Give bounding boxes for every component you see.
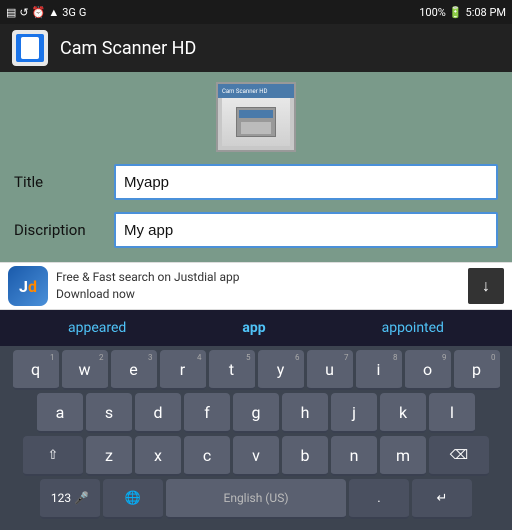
app-icon [12, 30, 48, 66]
suggestion-app[interactable]: app [232, 320, 275, 336]
scanner-icon [21, 37, 39, 59]
title-input[interactable] [114, 164, 498, 200]
suggestion-appointed[interactable]: appointed [372, 320, 454, 336]
key-q[interactable]: q1 [13, 350, 59, 390]
status-bar: ▤ ↺ ⏰ ▲ 3G G 100% 🔋 5:08 PM [0, 0, 512, 24]
key-f[interactable]: f [184, 393, 230, 433]
key-period[interactable]: . [349, 479, 409, 519]
key-i[interactable]: i8 [356, 350, 402, 390]
suggestion-appeared[interactable]: appeared [58, 320, 136, 336]
network-g: G [79, 6, 87, 19]
suggestion-bar: appeared app appointed [0, 310, 512, 346]
jd-letter-d: d [28, 277, 37, 296]
key-h[interactable]: h [282, 393, 328, 433]
ad-download-button[interactable]: ↓ [468, 268, 504, 304]
network-3g: 3G [62, 6, 76, 19]
preview-scanner-image [222, 98, 290, 146]
battery-icon: 🔋 [449, 6, 463, 19]
ad-line1: Free & Fast search on Justdial app [56, 269, 460, 286]
jd-logo: Jd [8, 266, 48, 306]
key-globe[interactable]: 🌐 [103, 479, 163, 519]
key-m[interactable]: m [380, 436, 426, 476]
key-g[interactable]: g [233, 393, 279, 433]
key-shift[interactable]: ⇧ [23, 436, 83, 476]
key-s[interactable]: s [86, 393, 132, 433]
ad-banner[interactable]: Jd Free & Fast search on Justdial app Do… [0, 262, 512, 310]
key-space[interactable]: English (US) [166, 479, 346, 519]
notification-icon: ▤ [6, 6, 16, 19]
key-k[interactable]: k [380, 393, 426, 433]
main-content: Cam Scanner HD Title Discription [0, 72, 512, 262]
title-label: Title [14, 173, 104, 191]
key-c[interactable]: c [184, 436, 230, 476]
app-icon-inner [16, 34, 44, 62]
preview-topbar: Cam Scanner HD [218, 84, 294, 98]
keyboard: appeared app appointed q1 w2 e3 r4 t5 y6… [0, 310, 512, 530]
status-left: ▤ ↺ ⏰ ▲ 3G G [6, 6, 86, 19]
rotate-icon: ↺ [19, 6, 28, 19]
app-title: Cam Scanner HD [60, 38, 196, 59]
key-x[interactable]: x [135, 436, 181, 476]
status-right: 100% 🔋 5:08 PM [419, 6, 506, 19]
jd-letter-j: J [19, 277, 28, 296]
key-r[interactable]: r4 [160, 350, 206, 390]
key-y[interactable]: y6 [258, 350, 304, 390]
time-text: 5:08 PM [466, 6, 506, 19]
key-row-1: q1 w2 e3 r4 t5 y6 u7 i8 o9 p0 [2, 350, 510, 390]
key-l[interactable]: l [429, 393, 475, 433]
preview-thumbnail[interactable]: Cam Scanner HD [216, 82, 296, 152]
key-v[interactable]: v [233, 436, 279, 476]
key-p[interactable]: p0 [454, 350, 500, 390]
key-row-4: 123 🎤 🌐 English (US) . ↵ [2, 479, 510, 523]
key-j[interactable]: j [331, 393, 377, 433]
key-n[interactable]: n [331, 436, 377, 476]
key-row-2: a s d f g h j k l [2, 393, 510, 433]
key-d[interactable]: d [135, 393, 181, 433]
description-row: Discription [14, 212, 498, 248]
description-label: Discription [14, 221, 104, 239]
key-b[interactable]: b [282, 436, 328, 476]
key-t[interactable]: t5 [209, 350, 255, 390]
ad-text: Free & Fast search on Justdial app Downl… [56, 269, 460, 303]
key-u[interactable]: u7 [307, 350, 353, 390]
key-e[interactable]: e3 [111, 350, 157, 390]
title-bar: Cam Scanner HD [0, 24, 512, 72]
key-rows: q1 w2 e3 r4 t5 y6 u7 i8 o9 p0 a s d f g … [0, 346, 512, 530]
key-o[interactable]: o9 [405, 350, 451, 390]
description-input[interactable] [114, 212, 498, 248]
key-z[interactable]: z [86, 436, 132, 476]
key-a[interactable]: a [37, 393, 83, 433]
key-enter[interactable]: ↵ [412, 479, 472, 519]
doc-preview: Cam Scanner HD [14, 82, 498, 152]
key-row-3: ⇧ z x c v b n m ⌫ [2, 436, 510, 476]
key-123[interactable]: 123 🎤 [40, 479, 100, 519]
key-w[interactable]: w2 [62, 350, 108, 390]
preview-title-text: Cam Scanner HD [222, 88, 267, 95]
wifi-icon: ▲ [48, 6, 59, 19]
key-backspace[interactable]: ⌫ [429, 436, 489, 476]
ad-line2: Download now [56, 286, 460, 303]
battery-text: 100% [419, 6, 446, 19]
download-icon: ↓ [482, 276, 490, 296]
title-row: Title [14, 164, 498, 200]
alarm-icon: ⏰ [32, 6, 46, 19]
